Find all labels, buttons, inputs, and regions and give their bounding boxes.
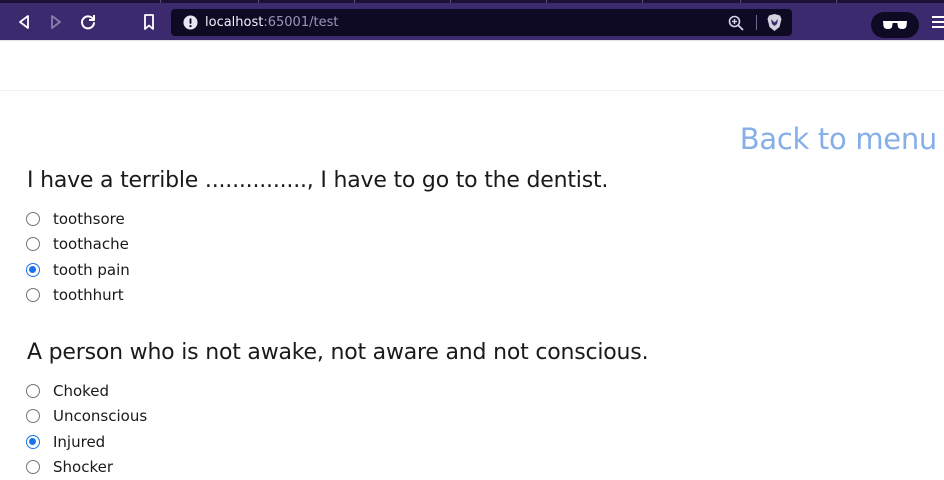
radio-button[interactable] bbox=[26, 409, 40, 423]
header-divider bbox=[0, 90, 944, 91]
question-1-text: I have a terrible ..............., I hav… bbox=[27, 168, 609, 193]
forward-arrow-icon bbox=[51, 15, 61, 29]
back-arrow-icon bbox=[19, 15, 29, 29]
hamburger-menu-icon[interactable] bbox=[932, 15, 944, 29]
radio-button-selected[interactable] bbox=[26, 263, 40, 277]
address-bar[interactable]: localhost:65001/test bbox=[171, 9, 792, 36]
option-label: toothache bbox=[53, 235, 129, 253]
url-port-path: :65001/test bbox=[263, 15, 339, 30]
address-divider bbox=[756, 15, 757, 30]
option-label: tooth pain bbox=[53, 261, 130, 279]
reload-button[interactable] bbox=[76, 10, 100, 34]
option-label: toothhurt bbox=[53, 286, 124, 304]
option-label: Shocker bbox=[53, 458, 113, 476]
browser-toolbar: localhost:65001/test bbox=[0, 3, 944, 40]
option-label: Unconscious bbox=[53, 407, 148, 425]
radio-button[interactable] bbox=[26, 237, 40, 251]
option-label: Injured bbox=[53, 433, 106, 451]
forward-button[interactable] bbox=[44, 10, 68, 34]
radio-button[interactable] bbox=[26, 384, 40, 398]
back-button[interactable] bbox=[12, 10, 36, 34]
url-host: localhost bbox=[205, 15, 264, 30]
radio-button[interactable] bbox=[26, 288, 40, 302]
radio-button[interactable] bbox=[26, 212, 40, 226]
radio-button[interactable] bbox=[26, 460, 40, 474]
sunglasses-icon bbox=[883, 21, 907, 29]
question-2-text: A person who is not awake, not aware and… bbox=[27, 340, 649, 365]
bookmark-button[interactable] bbox=[137, 10, 161, 34]
radio-button-selected[interactable] bbox=[26, 435, 40, 449]
option-label: Choked bbox=[53, 382, 110, 400]
toolbar-shadow bbox=[0, 40, 944, 41]
option-label: toothsore bbox=[53, 210, 125, 228]
zoom-icon[interactable] bbox=[728, 15, 744, 31]
bookmark-icon bbox=[144, 14, 154, 30]
private-window-indicator[interactable] bbox=[871, 12, 919, 38]
brave-shield-icon[interactable] bbox=[766, 13, 783, 32]
site-info-icon[interactable] bbox=[183, 15, 198, 30]
url-text: localhost:65001/test bbox=[205, 14, 338, 31]
reload-icon bbox=[81, 15, 95, 30]
back-to-menu-link[interactable]: Back to menu bbox=[740, 122, 938, 156]
